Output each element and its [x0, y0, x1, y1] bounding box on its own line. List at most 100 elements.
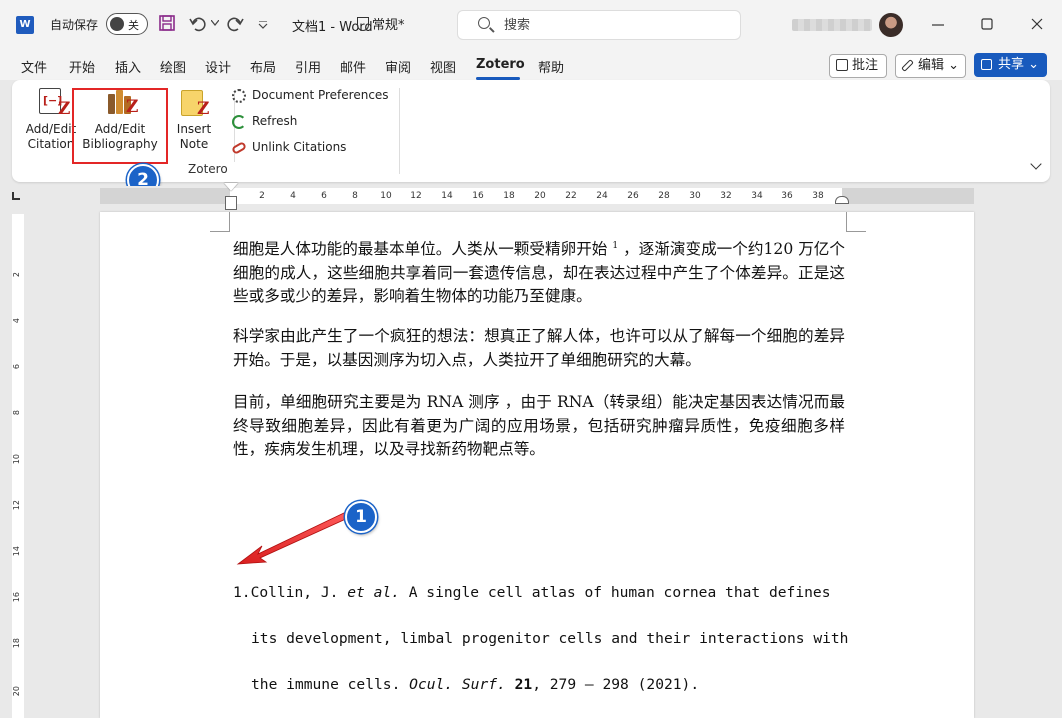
- paragraph-1-text-a: 细胞是人体功能的最基本单位。人类从一颗受精卵开始: [233, 240, 613, 258]
- sensitivity-label[interactable]: 常规*: [357, 14, 405, 33]
- undo-dropdown-icon[interactable]: [211, 20, 219, 26]
- menu-file[interactable]: 文件: [21, 57, 47, 76]
- ruler-tick: 14: [441, 191, 453, 201]
- menu-home[interactable]: 开始: [69, 57, 95, 76]
- menu-references[interactable]: 引用: [295, 57, 321, 76]
- avatar[interactable]: [879, 13, 903, 37]
- autosave-label: 自动保存: [50, 18, 99, 32]
- toggle-knob: [110, 17, 124, 31]
- ruler-tick: 18: [503, 191, 515, 201]
- menu-review[interactable]: 审阅: [385, 57, 411, 76]
- customize-qat-icon[interactable]: [258, 21, 268, 29]
- ruler-tick: 4: [290, 191, 296, 201]
- ruler-tick: 28: [658, 191, 670, 201]
- ruler-tick: 30: [689, 191, 701, 201]
- menu-zotero[interactable]: Zotero: [476, 57, 525, 72]
- tab-selector-icon[interactable]: [12, 192, 20, 200]
- document-preferences-button[interactable]: Document Preferences: [232, 88, 389, 103]
- share-chevron-icon: ⌄: [1028, 57, 1040, 72]
- vruler-tick: 2: [12, 272, 21, 278]
- search-icon: [478, 17, 490, 29]
- crop-mark: [210, 212, 230, 232]
- highlight-box: [72, 88, 168, 164]
- collapse-ribbon-icon[interactable]: [1030, 158, 1042, 170]
- share-label: 共享: [998, 57, 1025, 72]
- ruler-tick: 32: [720, 191, 732, 201]
- ref-pages-year: , 279 – 298 (2021).: [532, 676, 700, 693]
- minimize-icon[interactable]: [928, 14, 948, 34]
- paragraph-1[interactable]: 细胞是人体功能的最基本单位。人类从一颗受精卵开始 1 ，逐渐演变成一个约120 …: [233, 235, 845, 309]
- maximize-icon[interactable]: [977, 14, 997, 34]
- search-input[interactable]: [504, 16, 704, 34]
- menu-layout[interactable]: 布局: [250, 57, 276, 76]
- shield-icon: [357, 17, 369, 31]
- ruler-tick: 34: [751, 191, 763, 201]
- paragraph-2[interactable]: 科学家由此产生了一个疯狂的想法：想真正了解人体，也许可以从了解每一个细胞的差异开…: [233, 325, 845, 372]
- refresh-button[interactable]: Refresh: [232, 114, 298, 129]
- vruler-tick: 8: [12, 410, 21, 416]
- share-button[interactable]: 共享 ⌄: [974, 53, 1047, 77]
- step-badge-1: 1: [345, 501, 377, 533]
- editing-label: 编辑: [918, 58, 945, 73]
- refresh-label: Refresh: [252, 114, 298, 128]
- title-bar: W 自动保存 关 文档1 - Word 常规*: [0, 0, 1062, 50]
- ruler-tick: 38: [812, 191, 824, 201]
- right-indent-marker[interactable]: [835, 196, 849, 204]
- ruler-tick: 20: [534, 191, 546, 201]
- menu-help[interactable]: 帮助: [538, 57, 564, 76]
- unlink-citations-button[interactable]: Unlink Citations: [230, 140, 347, 155]
- ruler-tick: 6: [321, 191, 327, 201]
- menu-draw[interactable]: 绘图: [160, 57, 186, 76]
- document-preferences-label: Document Preferences: [252, 88, 389, 102]
- ref-journal: Ocul. Surf.: [409, 676, 506, 693]
- chevron-down-icon: ⌄: [948, 58, 960, 73]
- vruler-tick: 14: [12, 546, 21, 557]
- vruler-tick: 10: [12, 454, 21, 465]
- editing-button[interactable]: 编辑 ⌄: [895, 54, 966, 78]
- bibliography-entry-line-3[interactable]: the immune cells. Ocul. Surf. 21, 279 – …: [251, 673, 863, 696]
- comment-icon: [836, 59, 848, 71]
- zotero-z-icon: Z: [197, 99, 210, 119]
- menu-view[interactable]: 视图: [430, 57, 456, 76]
- bibliography-entry-line-2[interactable]: its development, limbal progenitor cells…: [251, 627, 863, 650]
- comments-button[interactable]: 批注: [829, 54, 887, 78]
- menu-insert[interactable]: 插入: [115, 57, 141, 76]
- save-icon[interactable]: [158, 14, 176, 32]
- vruler-tick: 20: [12, 686, 21, 697]
- paragraph-3[interactable]: 目前，单细胞研究主要是为 RNA 测序 ，由于 RNA（转录组）能决定基因表达情…: [233, 391, 845, 462]
- bibliography-entry-line-1[interactable]: 1.Collin, J. et al. A single cell atlas …: [233, 581, 845, 604]
- crop-mark: [846, 212, 866, 232]
- unlink-citations-label: Unlink Citations: [252, 140, 347, 154]
- autosave-toggle[interactable]: 关: [106, 13, 148, 35]
- ruler-tick: 22: [565, 191, 577, 201]
- note-label-line2: Note: [179, 137, 209, 151]
- menu-mailings[interactable]: 邮件: [340, 57, 366, 76]
- zotero-z-icon: Z: [58, 99, 71, 119]
- vruler-tick: 18: [12, 638, 21, 649]
- comments-label: 批注: [852, 58, 879, 73]
- ruler-tick: 12: [410, 191, 422, 201]
- unlink-icon: [230, 141, 248, 155]
- account-name-blurred: [792, 19, 872, 31]
- undo-icon[interactable]: [188, 14, 210, 34]
- pencil-icon: [901, 59, 914, 72]
- ribbon-group-label: Zotero: [188, 162, 228, 176]
- ruler-tick: 36: [781, 191, 793, 201]
- ruler-tick: 10: [380, 191, 392, 201]
- ruler-tick: 8: [352, 191, 358, 201]
- search-box[interactable]: [457, 10, 741, 40]
- left-indent-marker[interactable]: [225, 196, 237, 210]
- vruler-tick: 16: [12, 592, 21, 603]
- redo-icon[interactable]: [225, 14, 245, 34]
- ruler-tick: 2: [259, 191, 265, 201]
- menu-design[interactable]: 设计: [205, 57, 231, 76]
- close-icon[interactable]: [1027, 14, 1047, 34]
- insert-note-button[interactable]: Z Insert Note: [172, 86, 216, 156]
- ribbon-group-separator: [399, 88, 400, 174]
- first-line-indent-marker[interactable]: [224, 183, 238, 191]
- ref-number: 1.: [233, 584, 251, 601]
- word-logo-icon: W: [16, 16, 34, 34]
- ruler-tick: 26: [627, 191, 639, 201]
- ref-etal: et al.: [347, 584, 400, 601]
- autosave-state: 关: [128, 19, 139, 32]
